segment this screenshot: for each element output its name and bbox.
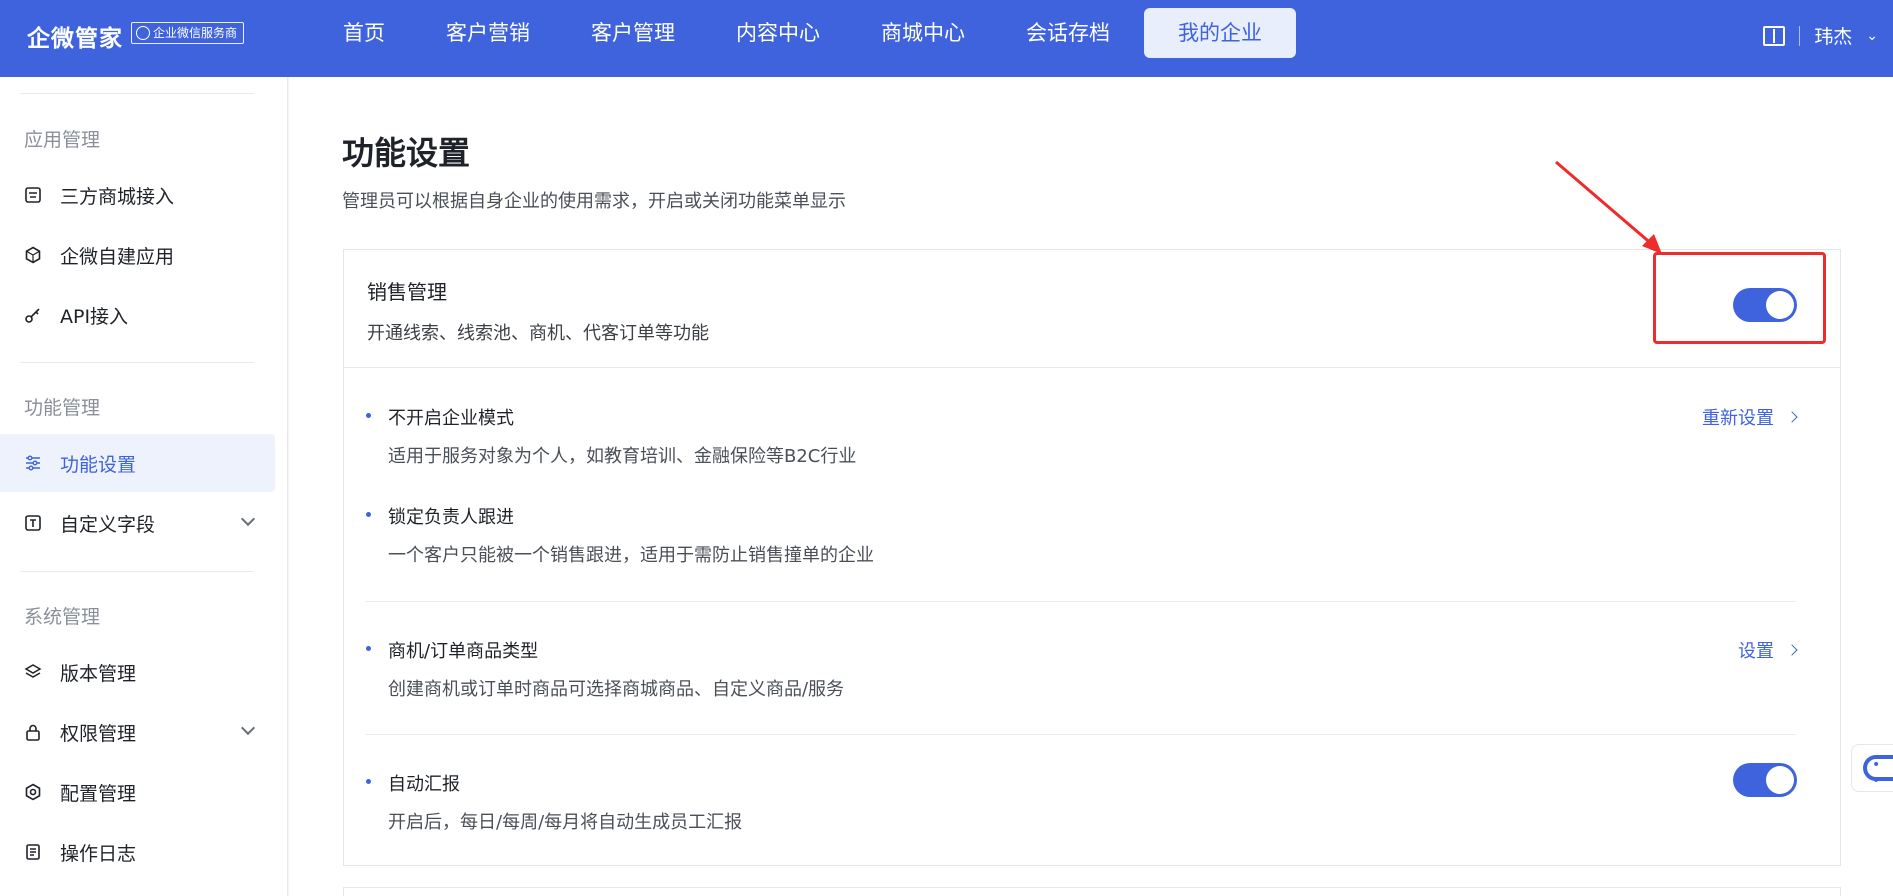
feature-description: 开启后，每日/每周/每月将自动生成员工汇报: [388, 812, 743, 833]
card-description: 开通线索、线索池、商机、代客订单等功能: [367, 323, 709, 344]
feature-title: 锁定负责人跟进: [388, 507, 514, 528]
feature-title: 自动汇报: [388, 774, 460, 795]
help-book-icon[interactable]: [1763, 25, 1786, 46]
user-name[interactable]: 玮杰: [1814, 22, 1852, 49]
feature-title: 商机/订单商品类型: [388, 641, 539, 662]
sidebar-item-feature-settings[interactable]: 功能设置: [0, 434, 275, 492]
chevron-right-icon: [1786, 644, 1798, 656]
sidebar-item-label: 配置管理: [60, 782, 137, 805]
bullet-dot: [366, 646, 371, 651]
sidebar-item-operation-log[interactable]: 操作日志: [0, 823, 275, 881]
chat-icon: [1863, 755, 1893, 789]
sidebar-divider: [20, 362, 254, 363]
brand-logo[interactable]: 企微管家: [27, 19, 123, 53]
sidebar-item-label: 自定义字段: [60, 513, 156, 536]
sidebar-item-permissions[interactable]: 权限管理: [0, 703, 275, 761]
sidebar-item-wecom-app[interactable]: 企微自建应用: [0, 226, 275, 284]
bullet-dot: [366, 512, 371, 517]
chevron-down-icon[interactable]: ⌄: [1866, 28, 1878, 44]
reset-link[interactable]: 重新设置: [1702, 404, 1798, 430]
sidebar-item-label: 版本管理: [60, 662, 137, 685]
main-content: 功能设置 管理员可以根据自身企业的使用需求，开启或关闭功能菜单显示 销售管理 开…: [289, 77, 1893, 896]
nav-content-center[interactable]: 内容中心: [709, 8, 847, 58]
sidebar-divider: [20, 93, 254, 94]
badge-text: 企业微信服务商: [153, 26, 238, 40]
nav-home[interactable]: 首页: [316, 8, 412, 58]
sidebar-item-label: 企微自建应用: [60, 245, 175, 268]
feature-divider: [366, 734, 1796, 735]
key-icon: [24, 306, 42, 324]
shop-link-icon: [24, 186, 42, 204]
feature-title: 不开启企业模式: [388, 408, 514, 429]
link-label: 重新设置: [1702, 408, 1774, 429]
sales-management-toggle[interactable]: [1733, 288, 1797, 322]
next-card: [343, 887, 1841, 896]
sidebar-item-third-party-mall[interactable]: 三方商城接入: [0, 166, 275, 224]
auto-report-toggle[interactable]: [1733, 763, 1797, 797]
feature-description: 创建商机或订单时商品可选择商城商品、自定义商品/服务: [388, 679, 845, 700]
bullet-dot: [366, 779, 371, 784]
sidebar-group-feature-management: 功能管理: [24, 397, 101, 419]
wecom-icon: [136, 26, 150, 40]
sidebar-item-configuration[interactable]: 配置管理: [0, 763, 275, 821]
link-label: 设置: [1738, 641, 1774, 662]
sales-management-card: 销售管理 开通线索、线索池、商机、代客订单等功能 不开启企业模式 适用于服务对象…: [343, 249, 1841, 866]
cube-icon: [24, 246, 42, 264]
nav-customer-marketing[interactable]: 客户营销: [419, 8, 557, 58]
sidebar-item-custom-fields[interactable]: 自定义字段: [0, 494, 275, 552]
card-title: 销售管理: [367, 280, 447, 304]
sidebar-divider: [20, 571, 254, 572]
customer-service-button[interactable]: [1851, 744, 1893, 792]
sidebar-item-version[interactable]: 版本管理: [0, 643, 275, 701]
sidebar-item-api[interactable]: API接入: [0, 286, 275, 344]
text-field-icon: [24, 514, 42, 532]
sliders-icon: [24, 454, 42, 472]
bullet-dot: [366, 413, 371, 418]
nav-mall-center[interactable]: 商城中心: [854, 8, 992, 58]
log-icon: [24, 843, 42, 861]
lock-icon: [24, 723, 42, 741]
settings-link[interactable]: 设置: [1738, 637, 1798, 663]
card-header: 销售管理 开通线索、线索池、商机、代客订单等功能: [344, 250, 1840, 368]
sidebar-group-system-management: 系统管理: [24, 606, 101, 628]
main-nav: 首页 客户营销 客户管理 内容中心 商城中心 会话存档 我的企业: [316, 8, 1303, 58]
sidebar-item-label: 三方商城接入: [60, 185, 175, 208]
sidebar-item-label: API接入: [60, 305, 129, 328]
page-title: 功能设置: [342, 134, 471, 172]
page-description: 管理员可以根据自身企业的使用需求，开启或关闭功能菜单显示: [342, 191, 846, 212]
top-right-tools: 玮杰 ⌄: [1763, 22, 1878, 49]
divider: [1799, 25, 1801, 46]
nav-chat-archive[interactable]: 会话存档: [999, 8, 1137, 58]
feature-description: 适用于服务对象为个人，如教育培训、金融保险等B2C行业: [388, 446, 857, 467]
layers-icon: [24, 663, 42, 681]
chevron-right-icon: [1786, 411, 1798, 423]
top-navbar: 企微管家 企业微信服务商 首页 客户营销 客户管理 内容中心 商城中心 会话存档…: [0, 0, 1893, 77]
sidebar-group-app-management: 应用管理: [24, 129, 101, 151]
wecom-partner-badge: 企业微信服务商: [131, 22, 245, 44]
sidebar-item-label: 权限管理: [60, 722, 137, 745]
chevron-down-icon[interactable]: [240, 511, 256, 527]
feature-divider: [366, 601, 1796, 602]
chevron-down-icon[interactable]: [240, 720, 256, 736]
nav-my-enterprise[interactable]: 我的企业: [1144, 8, 1296, 58]
feature-description: 一个客户只能被一个销售跟进，适用于需防止销售撞单的企业: [388, 545, 874, 566]
sidebar-item-label: 操作日志: [60, 842, 137, 865]
sidebar-item-label: 功能设置: [60, 453, 137, 476]
nav-customer-management[interactable]: 客户管理: [564, 8, 702, 58]
hex-gear-icon: [24, 783, 42, 801]
sidebar: 应用管理 三方商城接入 企微自建应用 API接入 功能管理 功能设置 自定义字段…: [0, 77, 288, 896]
